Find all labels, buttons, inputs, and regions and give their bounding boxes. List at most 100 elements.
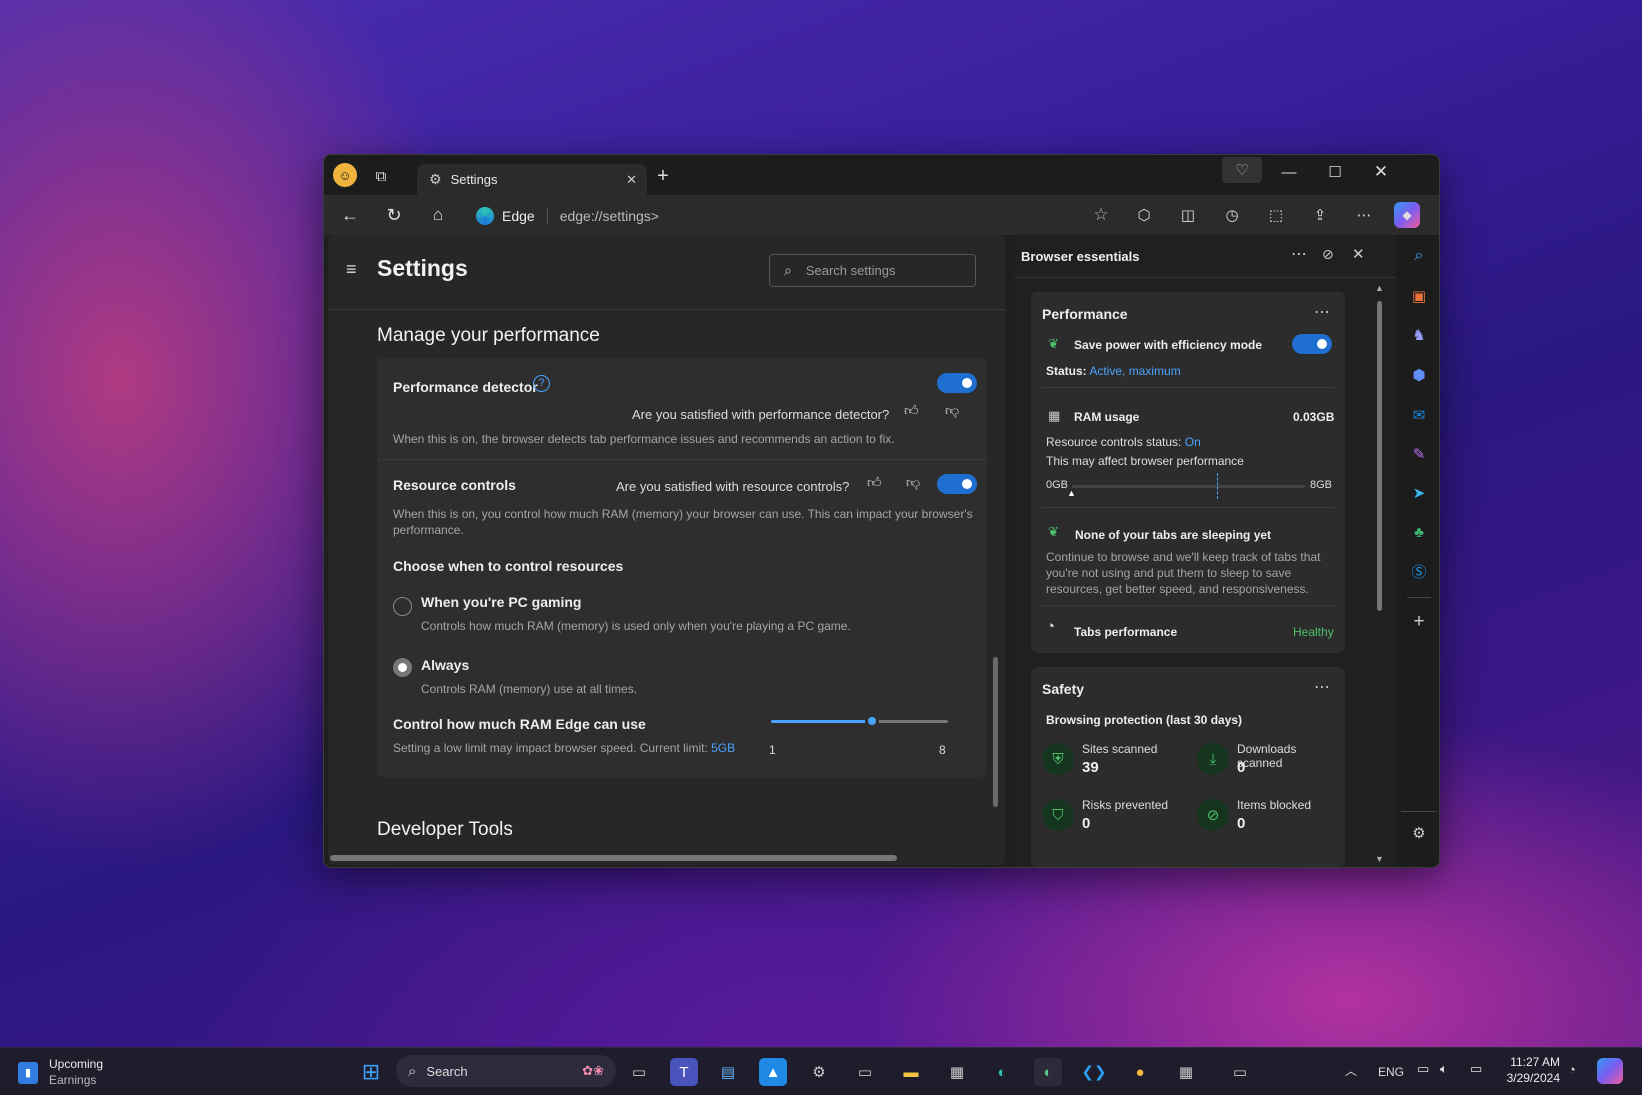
- weather-icon[interactable]: ●: [1126, 1058, 1154, 1086]
- performance-heart-icon[interactable]: ♡: [1222, 157, 1262, 183]
- thumbs-up-icon[interactable]: 👍︎: [867, 474, 882, 491]
- ram-usage-label: RAM usage: [1074, 410, 1140, 424]
- add-sidebar-app-icon[interactable]: +: [1407, 610, 1431, 634]
- copilot-app-icon[interactable]: ⬢: [1407, 363, 1431, 387]
- close-pane-icon[interactable]: ✕: [1352, 245, 1365, 263]
- battery-icon[interactable]: ▭: [1470, 1061, 1482, 1077]
- address-url: edge://settings>: [559, 207, 659, 224]
- hamburger-menu-icon[interactable]: ≡: [346, 259, 357, 280]
- photos-icon[interactable]: ▲: [759, 1058, 787, 1086]
- thumbs-up-icon[interactable]: 👍︎: [904, 402, 919, 419]
- ram-slider-thumb[interactable]: [865, 714, 880, 728]
- performance-more-icon[interactable]: ⋯: [1314, 302, 1330, 322]
- refresh-icon[interactable]: ↻: [382, 203, 406, 227]
- skype-icon[interactable]: Ⓢ: [1407, 559, 1431, 583]
- home-icon[interactable]: ⌂: [426, 203, 450, 227]
- efficiency-toggle[interactable]: [1292, 334, 1332, 354]
- section-divider: [1042, 605, 1334, 606]
- store-icon[interactable]: ▦: [943, 1058, 971, 1086]
- back-icon[interactable]: ←: [338, 203, 362, 227]
- screenshot-icon[interactable]: ⬚: [1264, 203, 1288, 227]
- essentials-title: Browser essentials: [1021, 249, 1140, 264]
- edge-dev-icon[interactable]: ◐: [1034, 1058, 1062, 1086]
- tabs-performance-label[interactable]: Tabs performance: [1074, 625, 1177, 639]
- favorite-star-icon[interactable]: ☆: [1089, 203, 1113, 227]
- perf-detector-toggle[interactable]: [937, 373, 977, 393]
- unpin-icon[interactable]: ⊘: [1322, 246, 1334, 263]
- radio-always[interactable]: [393, 658, 412, 677]
- address-brand: Edge: [502, 207, 535, 224]
- pane-scroll-up[interactable]: ▲: [1375, 283, 1384, 293]
- history-icon[interactable]: ◷: [1220, 203, 1244, 227]
- performance-card: Performance detector ? Are you satisfied…: [377, 358, 987, 777]
- notifications-icon[interactable]: ◔: [1568, 1062, 1576, 1077]
- search-settings-input[interactable]: ⌕ Search settings: [769, 254, 976, 287]
- horizontal-scrollbar[interactable]: [330, 855, 897, 861]
- speedometer-icon: ◔: [1046, 618, 1056, 635]
- widgets-button[interactable]: ▮ Upcoming Earnings: [18, 1057, 138, 1087]
- copilot-icon[interactable]: ◆: [1394, 202, 1420, 228]
- taskbar-search[interactable]: ⌕ Search ✿❀: [396, 1055, 616, 1087]
- terminal-app-icon[interactable]: ▭: [851, 1058, 879, 1086]
- language-indicator[interactable]: ENG: [1378, 1065, 1404, 1079]
- tools-icon[interactable]: ▣: [1407, 284, 1431, 308]
- minimize-button[interactable]: —: [1274, 160, 1304, 184]
- more-menu-icon[interactable]: ⋯: [1352, 203, 1376, 227]
- games-icon[interactable]: ♞: [1407, 323, 1431, 347]
- perf-detector-feedback: Are you satisfied with performance detec…: [632, 407, 890, 422]
- file-explorer-icon[interactable]: ▬: [897, 1058, 925, 1086]
- vscode-icon[interactable]: ❮❯: [1080, 1058, 1108, 1086]
- share-icon[interactable]: ⇪: [1308, 203, 1332, 227]
- ram-current-marker: ▲: [1067, 488, 1076, 498]
- new-tab-button[interactable]: +: [652, 165, 674, 187]
- help-icon[interactable]: ?: [533, 375, 550, 392]
- maximize-button[interactable]: ☐: [1320, 160, 1350, 184]
- settings-app-icon[interactable]: ⚙: [805, 1058, 833, 1086]
- ram-slider-track[interactable]: [771, 714, 948, 728]
- split-screen-icon[interactable]: ◫: [1176, 203, 1200, 227]
- extensions-icon[interactable]: ⬡: [1132, 203, 1156, 227]
- shield-check-icon: ⛨: [1042, 743, 1074, 775]
- tray-overflow-icon[interactable]: ︿: [1345, 1062, 1357, 1079]
- page-title: Settings: [377, 255, 468, 281]
- start-button[interactable]: ⊞: [357, 1058, 385, 1086]
- teams-icon[interactable]: T: [670, 1058, 698, 1086]
- url-field[interactable]: Edge edge://settings>: [476, 199, 1116, 232]
- tree-icon[interactable]: ♣: [1407, 520, 1431, 544]
- send-icon[interactable]: ➤: [1407, 481, 1431, 505]
- terminal-icon[interactable]: ▭: [1226, 1058, 1254, 1086]
- pane-scroll-down[interactable]: ▼: [1375, 854, 1384, 864]
- radio-gaming[interactable]: [393, 597, 412, 616]
- tab-settings[interactable]: ⚙ Settings ✕: [417, 164, 647, 195]
- volume-icon[interactable]: 🔈︎: [1440, 1061, 1448, 1077]
- clock[interactable]: 11:27 AM 3/29/2024: [1500, 1055, 1560, 1085]
- vertical-scrollbar[interactable]: [993, 657, 998, 807]
- status-value[interactable]: Active, maximum: [1089, 364, 1180, 378]
- task-view-icon[interactable]: ▭: [625, 1058, 653, 1086]
- essentials-more-icon[interactable]: ⋯: [1291, 244, 1307, 264]
- resource-controls-toggle[interactable]: [937, 474, 977, 494]
- designer-icon[interactable]: ✎: [1407, 442, 1431, 466]
- search-icon[interactable]: ⌕: [1407, 244, 1431, 268]
- workspaces-icon[interactable]: ⧉: [370, 165, 392, 187]
- ram-limit-current-link[interactable]: 5GB: [711, 741, 735, 755]
- pane-scrollbar[interactable]: [1377, 301, 1382, 611]
- calculator-icon[interactable]: ▦: [1172, 1058, 1200, 1086]
- thumbs-down-icon[interactable]: 👎︎: [906, 474, 920, 491]
- network-icon[interactable]: ▭: [1417, 1061, 1429, 1077]
- notepad-icon[interactable]: ▤: [714, 1058, 742, 1086]
- copilot-taskbar-icon[interactable]: [1597, 1058, 1623, 1084]
- search-highlight-icon: ✿❀: [582, 1063, 604, 1078]
- profile-avatar[interactable]: ☺: [333, 163, 357, 187]
- close-window-button[interactable]: ✕: [1366, 160, 1396, 184]
- thumbs-down-icon[interactable]: 👎︎: [945, 402, 959, 419]
- safety-more-icon[interactable]: ⋯: [1314, 677, 1330, 697]
- outlook-icon[interactable]: ✉: [1407, 403, 1431, 427]
- affect-text: This may affect browser performance: [1046, 454, 1244, 468]
- widget-subtitle: Earnings: [49, 1073, 97, 1087]
- sidebar-settings-icon[interactable]: ⚙: [1407, 821, 1431, 845]
- ram-slider-min: 1: [769, 743, 776, 757]
- edge-icon[interactable]: ◐: [988, 1058, 1016, 1086]
- close-tab-icon[interactable]: ✕: [626, 172, 637, 188]
- resource-status-value[interactable]: On: [1185, 435, 1201, 449]
